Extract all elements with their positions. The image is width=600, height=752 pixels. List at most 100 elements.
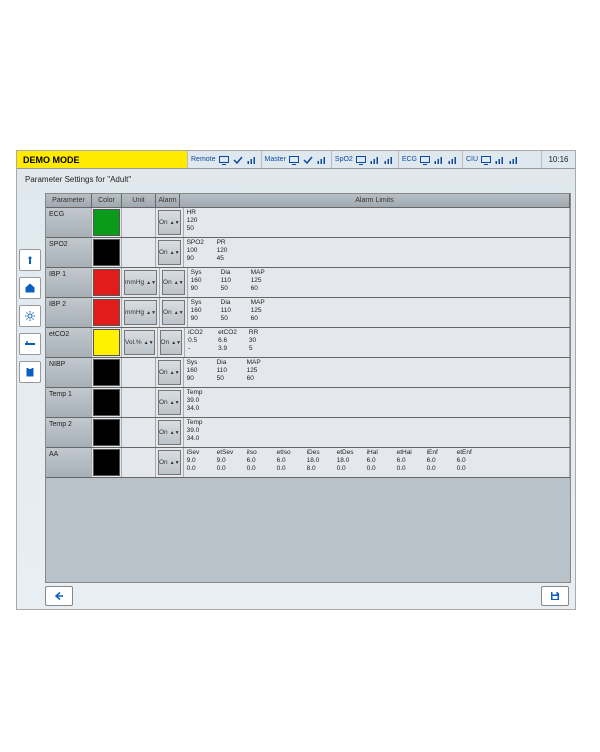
- alarm-cell[interactable]: On▲▼: [160, 268, 188, 297]
- color-cell[interactable]: [92, 208, 122, 237]
- param-name: ECG: [46, 208, 92, 237]
- monitor-icon: [355, 154, 367, 166]
- alarm-selector[interactable]: On▲▼: [158, 360, 181, 385]
- alarm-cell[interactable]: On▲▼: [156, 208, 184, 237]
- alarm-limits-cell[interactable]: Sys16090Dia11050MAP12560: [188, 298, 570, 327]
- alarm-limits-cell[interactable]: Sys16090Dia11050MAP12560: [188, 268, 570, 297]
- limit-label: Sys: [187, 359, 205, 367]
- unit-selector[interactable]: mmHg▲▼: [124, 300, 157, 325]
- alarm-limits-cell[interactable]: iCO20.5-etCO26.63.9RR305: [185, 328, 570, 357]
- param-name: NIBP: [46, 358, 92, 387]
- limit-lower: 0.0: [217, 465, 235, 473]
- unit-selector[interactable]: Vol.%▲▼: [124, 330, 155, 355]
- sidebar-bed-button[interactable]: [19, 333, 41, 355]
- alarm-cell[interactable]: On▲▼: [156, 238, 184, 267]
- limit-label: iDes: [307, 449, 325, 457]
- color-swatch: [93, 449, 120, 476]
- limit-lower: 0.0: [397, 465, 415, 473]
- unit-cell[interactable]: mmHg▲▼: [122, 268, 160, 297]
- status-master[interactable]: Master: [261, 151, 331, 168]
- color-cell[interactable]: [92, 238, 122, 267]
- limit-column: MAP12560: [251, 269, 269, 296]
- limit-lower: 0.0: [457, 465, 475, 473]
- alarm-cell[interactable]: On▲▼: [156, 418, 184, 447]
- limit-column: iIso6.00.0: [247, 449, 265, 476]
- footer-toolbar: [45, 586, 569, 606]
- alarm-selector[interactable]: On▲▼: [158, 450, 181, 475]
- limit-column: iDes18.08.0: [307, 449, 325, 476]
- alarm-selector[interactable]: On▲▼: [158, 240, 181, 265]
- limit-label: etEnf: [457, 449, 475, 457]
- status-remote[interactable]: Remote: [187, 151, 261, 168]
- alarm-limits-cell[interactable]: Sys16090Dia11050MAP12560: [184, 358, 570, 387]
- table-row: IBP 2mmHg▲▼On▲▼Sys16090Dia11050MAP12560: [46, 298, 570, 328]
- color-swatch: [93, 239, 120, 266]
- limit-column: etDes18.00.0: [337, 449, 355, 476]
- unit-cell[interactable]: mmHg▲▼: [122, 298, 160, 327]
- alarm-selector[interactable]: On▲▼: [160, 330, 183, 355]
- param-name: SPO2: [46, 238, 92, 267]
- table-row: SPO2 On▲▼SPO210090PR12045: [46, 238, 570, 268]
- unit-cell[interactable]: Vol.%▲▼: [122, 328, 158, 357]
- limit-label: iEnf: [427, 449, 445, 457]
- color-cell[interactable]: [92, 268, 122, 297]
- limit-column: Dia11050: [221, 299, 239, 326]
- limit-upper: 125: [251, 307, 269, 315]
- limit-lower: 0.0: [277, 465, 295, 473]
- bars-icon: [383, 154, 395, 166]
- color-cell[interactable]: [92, 418, 122, 447]
- sidebar-settings-button[interactable]: [19, 305, 41, 327]
- alarm-limits-cell[interactable]: SPO210090PR12045: [184, 238, 570, 267]
- limit-column: iSev9.00.0: [187, 449, 205, 476]
- limit-column: Temp39.034.0: [187, 419, 205, 446]
- alarm-limits-cell[interactable]: Temp39.034.0: [184, 388, 570, 417]
- alarm-cell[interactable]: On▲▼: [160, 298, 188, 327]
- status-label: Master: [265, 156, 286, 163]
- save-button[interactable]: [541, 586, 569, 606]
- alarm-limits-cell[interactable]: HR12050: [184, 208, 570, 237]
- alarm-cell[interactable]: On▲▼: [156, 358, 184, 387]
- color-cell[interactable]: [92, 328, 122, 357]
- limit-lower: 34.0: [187, 435, 205, 443]
- color-cell[interactable]: [92, 298, 122, 327]
- color-cell[interactable]: [92, 358, 122, 387]
- alarm-cell[interactable]: On▲▼: [158, 328, 186, 357]
- limit-lower: 50: [187, 225, 205, 233]
- sidebar-home-button[interactable]: [19, 277, 41, 299]
- limit-lower: 60: [251, 315, 269, 323]
- alarm-cell[interactable]: On▲▼: [156, 388, 184, 417]
- param-name: Temp 2: [46, 418, 92, 447]
- limit-label: etDes: [337, 449, 355, 457]
- alarm-limits-cell[interactable]: Temp39.034.0: [184, 418, 570, 447]
- status-spo2[interactable]: SpO2: [331, 151, 398, 168]
- limit-upper: 120: [187, 217, 205, 225]
- alarm-selector[interactable]: On▲▼: [162, 270, 185, 295]
- limit-lower: 0.0: [247, 465, 265, 473]
- limit-lower: 3.9: [218, 345, 237, 353]
- alarm-selector[interactable]: On▲▼: [158, 210, 181, 235]
- unit-selector[interactable]: mmHg▲▼: [124, 270, 157, 295]
- save-icon: [549, 590, 561, 602]
- limit-label: SPO2: [187, 239, 205, 247]
- alarm-selector[interactable]: On▲▼: [162, 300, 185, 325]
- limit-label: Dia: [221, 269, 239, 277]
- color-cell[interactable]: [92, 448, 122, 477]
- table-row: ECG On▲▼HR12050: [46, 208, 570, 238]
- limit-label: etSev: [217, 449, 235, 457]
- alarm-selector[interactable]: On▲▼: [158, 420, 181, 445]
- clock: 10:16: [541, 151, 575, 168]
- sidebar-records-button[interactable]: [19, 361, 41, 383]
- back-button[interactable]: [45, 586, 73, 606]
- sidebar-patient-button[interactable]: [19, 249, 41, 271]
- alarm-limits-cell[interactable]: iSev9.00.0etSev9.00.0iIso6.00.0etIso6.00…: [184, 448, 570, 477]
- unit-cell: [122, 358, 156, 387]
- limit-column: etCO26.63.9: [218, 329, 237, 356]
- limit-lower: 90: [191, 285, 209, 293]
- alarm-cell[interactable]: On▲▼: [156, 448, 184, 477]
- limit-column: Temp39.034.0: [187, 389, 205, 416]
- check-icon: [302, 154, 314, 166]
- status-ecg[interactable]: ECG: [398, 151, 462, 168]
- color-cell[interactable]: [92, 388, 122, 417]
- alarm-selector[interactable]: On▲▼: [158, 390, 181, 415]
- status-ciu[interactable]: CIU: [462, 151, 523, 168]
